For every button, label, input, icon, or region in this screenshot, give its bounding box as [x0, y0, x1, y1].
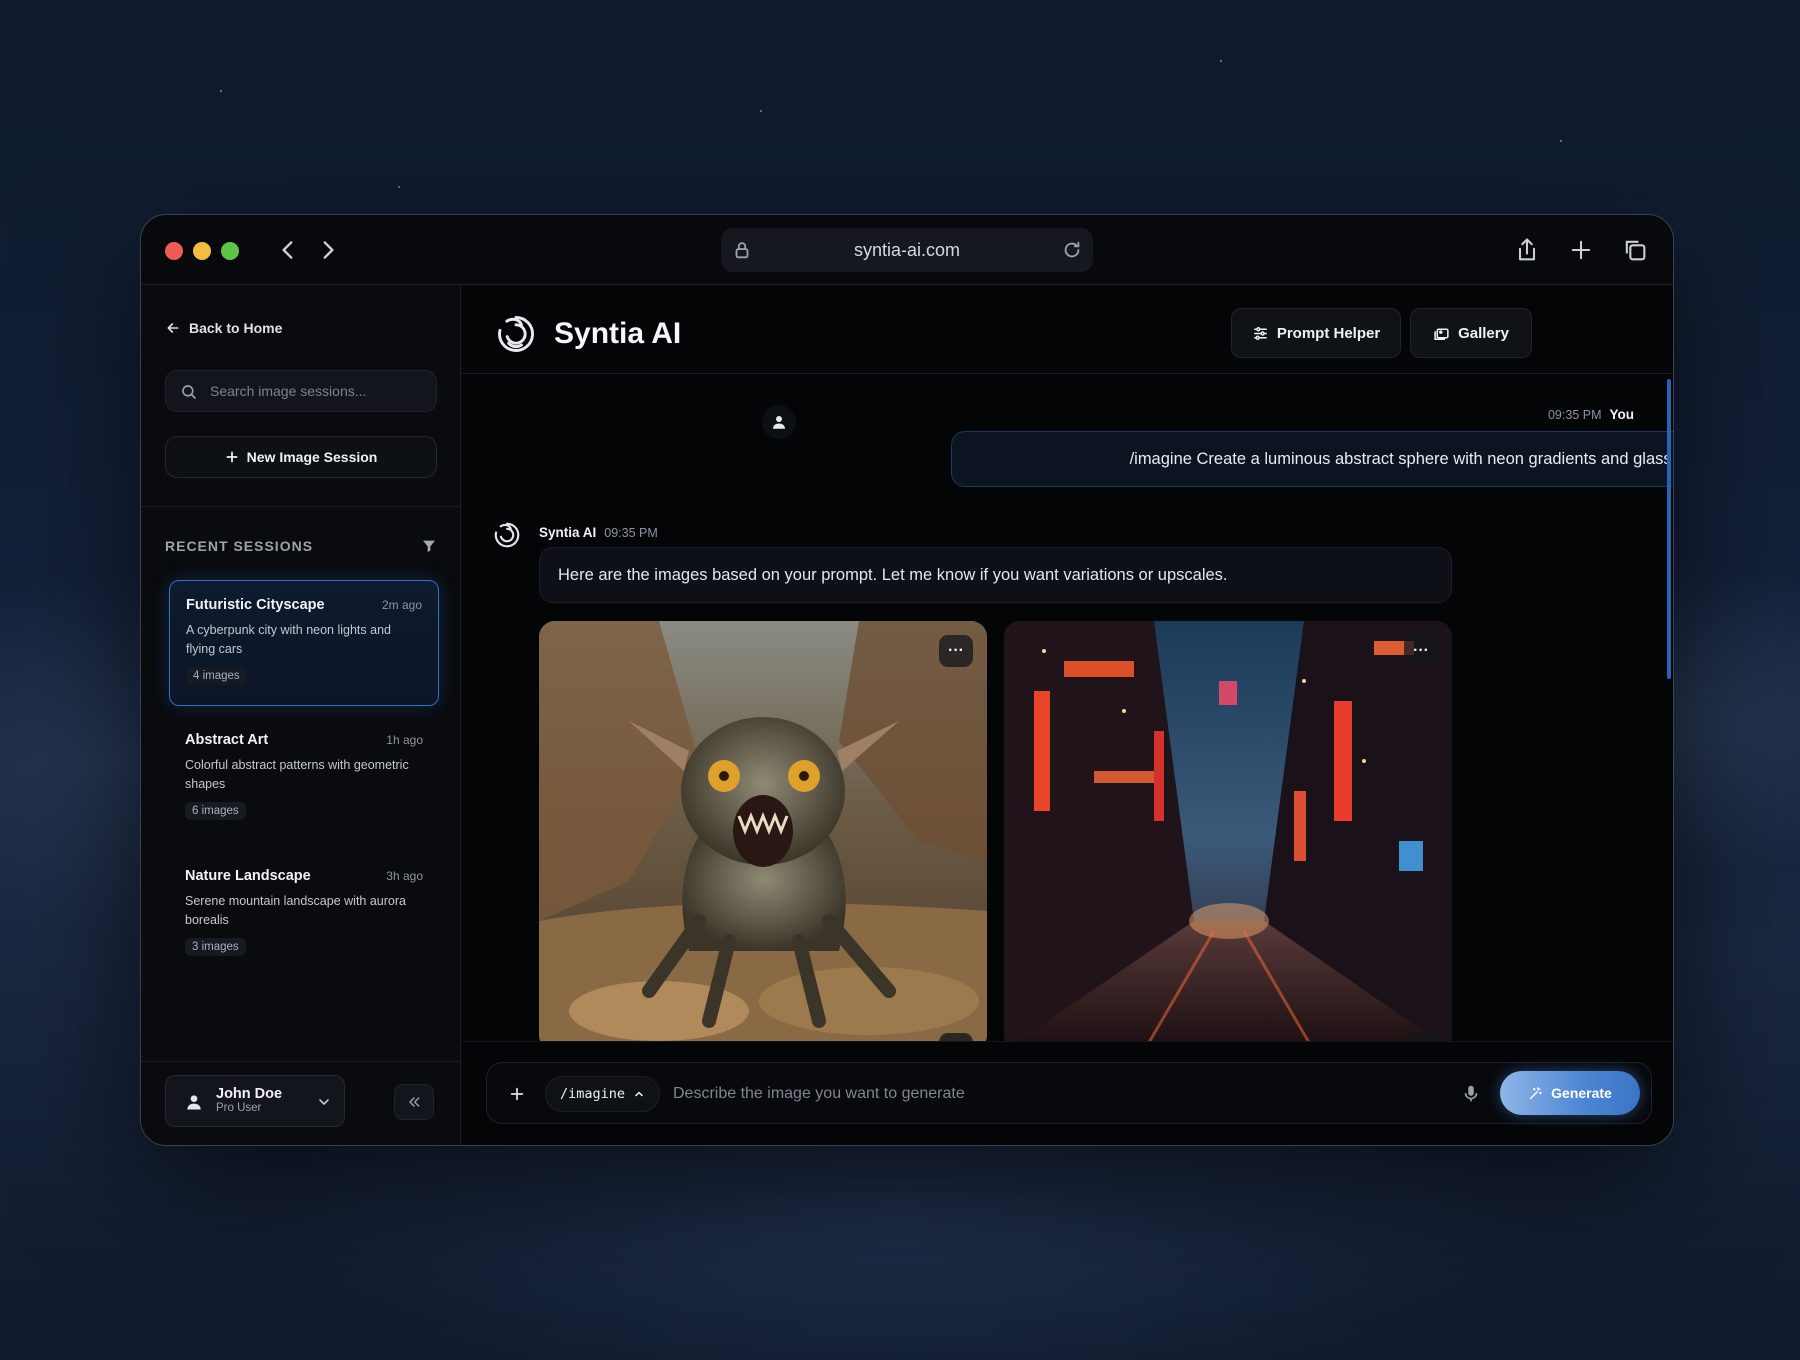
- session-description: A cyberpunk city with neon lights and fl…: [186, 623, 391, 656]
- session-name: Abstract Art: [185, 732, 269, 748]
- image-add-button[interactable]: +: [1404, 1033, 1438, 1041]
- back-to-home-link[interactable]: Back to Home: [165, 320, 282, 336]
- back-arrow-icon[interactable]: [275, 237, 301, 263]
- session-name: Futuristic Cityscape: [186, 597, 325, 613]
- prompt-input[interactable]: [673, 1079, 1473, 1109]
- browser-titlebar: syntia-ai.com: [141, 215, 1673, 285]
- generated-image-neon-street[interactable]: ··· +: [1004, 621, 1452, 1041]
- minimize-window-button[interactable]: [193, 242, 211, 260]
- url-text: syntia-ai.com: [853, 239, 961, 260]
- close-window-button[interactable]: [165, 242, 183, 260]
- brand: Syntia AI: [494, 312, 681, 356]
- session-search[interactable]: [165, 370, 437, 412]
- image-menu-button[interactable]: ···: [1404, 635, 1438, 667]
- microphone-icon[interactable]: [1460, 1082, 1482, 1106]
- double-chevron-left-icon: [409, 1097, 420, 1107]
- search-input[interactable]: [210, 383, 436, 399]
- session-time: 1h ago: [386, 733, 423, 747]
- user-icon: [187, 1095, 201, 1110]
- neon-street-image: [1004, 621, 1452, 1041]
- alien-creature-image: [539, 621, 987, 1041]
- recent-sessions-title: RECENT SESSIONS: [165, 538, 314, 554]
- session-time: 3h ago: [386, 869, 423, 883]
- prompt-helper-label: Prompt Helper: [1276, 324, 1381, 342]
- user-avatar: [762, 405, 796, 439]
- ai-message-author: Syntia AI: [539, 525, 597, 540]
- gallery-button[interactable]: Gallery: [1410, 308, 1532, 358]
- collapse-sidebar-button[interactable]: [394, 1084, 434, 1120]
- main-panel: Syntia AI Prompt Helper Gallery 09:35 PM…: [462, 286, 1673, 1145]
- generate-button[interactable]: Generate: [1500, 1071, 1640, 1115]
- gallery-label: Gallery: [1458, 324, 1509, 342]
- search-icon: [182, 385, 196, 399]
- filter-icon[interactable]: [421, 538, 437, 554]
- session-image-count: 4 images: [186, 667, 247, 685]
- magic-wand-icon: [1529, 1086, 1542, 1099]
- prompt-composer: /imagine Generate: [486, 1062, 1652, 1124]
- attach-button[interactable]: [499, 1076, 535, 1112]
- syntia-avatar-icon: [494, 522, 520, 548]
- sliders-icon: [1253, 326, 1267, 340]
- browser-window: syntia-ai.com Back to Home New Image Ses…: [140, 214, 1674, 1146]
- share-icon[interactable]: [1513, 236, 1541, 264]
- forward-arrow-icon[interactable]: [315, 237, 341, 263]
- user-message-text: /imagine Create a luminous abstract sphe…: [1129, 449, 1673, 468]
- brand-name: Syntia AI: [554, 317, 682, 350]
- address-bar[interactable]: syntia-ai.com: [721, 228, 1093, 272]
- session-item-futuristic-cityscape[interactable]: Futuristic Cityscape 2m ago A cyberpunk …: [169, 580, 439, 706]
- user-name: John Doe: [216, 1086, 283, 1102]
- session-description: Serene mountain landscape with aurora bo…: [185, 894, 406, 927]
- user-message-time: 09:35 PM: [1547, 408, 1602, 422]
- lock-icon: [735, 242, 749, 259]
- new-session-label: New Image Session: [246, 449, 378, 465]
- chevron-up-icon: [635, 1091, 643, 1097]
- maximize-window-button[interactable]: [221, 242, 239, 260]
- session-image-count: 3 images: [185, 938, 246, 956]
- user-icon: [773, 416, 785, 429]
- ai-message-bubble: Here are the images based on your prompt…: [539, 547, 1452, 603]
- plus-icon: [510, 1087, 524, 1101]
- user-role: Pro User: [216, 1102, 262, 1114]
- prompt-helper-button[interactable]: Prompt Helper: [1231, 308, 1401, 358]
- chat-thread: 09:35 PM You /imagine Create a luminous …: [462, 375, 1673, 1041]
- sidebar: Back to Home New Image Session RECENT SE…: [141, 286, 461, 1145]
- session-description: Colorful abstract patterns with geometri…: [185, 758, 409, 791]
- composer-divider: [462, 1041, 1673, 1042]
- session-time: 2m ago: [381, 598, 422, 612]
- new-tab-icon[interactable]: [1567, 236, 1595, 264]
- sidebar-divider: [141, 506, 461, 507]
- session-item-nature-landscape[interactable]: Nature Landscape 3h ago Serene mountain …: [169, 852, 439, 978]
- syntia-logo-icon: [498, 316, 535, 352]
- ai-message-text: Here are the images based on your prompt…: [558, 565, 1228, 584]
- chat-scrollbar[interactable]: [1667, 379, 1671, 679]
- image-menu-button[interactable]: ···: [939, 635, 973, 667]
- user-message-bubble: /imagine Create a luminous abstract sphe…: [951, 431, 1673, 487]
- image-add-button[interactable]: +: [939, 1033, 973, 1041]
- generated-image-alien[interactable]: ··· +: [539, 621, 987, 1041]
- recent-sessions-header: RECENT SESSIONS: [165, 538, 437, 554]
- reload-icon[interactable]: [1061, 239, 1083, 261]
- user-message-author: You: [1609, 407, 1635, 422]
- user-menu[interactable]: John Doe Pro User: [165, 1075, 345, 1127]
- command-label: /imagine: [560, 1086, 626, 1102]
- user-message-meta: 09:35 PM You: [1548, 407, 1634, 422]
- back-to-home-label: Back to Home: [189, 320, 283, 336]
- app-header: Syntia AI Prompt Helper Gallery: [462, 286, 1673, 374]
- command-selector[interactable]: /imagine: [545, 1076, 661, 1112]
- new-image-session-button[interactable]: New Image Session: [165, 436, 437, 478]
- tabs-overview-icon[interactable]: [1621, 236, 1649, 264]
- session-item-abstract-art[interactable]: Abstract Art 1h ago Colorful abstract pa…: [169, 716, 439, 842]
- generate-label: Generate: [1551, 1085, 1612, 1101]
- chevron-down-icon: [319, 1099, 329, 1105]
- gallery-icon: [1434, 327, 1449, 340]
- plus-icon: [226, 451, 238, 463]
- session-image-count: 6 images: [185, 802, 246, 820]
- sidebar-footer-divider: [141, 1061, 461, 1062]
- arrow-left-icon: [167, 323, 179, 333]
- ai-message-time: 09:35 PM: [604, 526, 658, 540]
- session-name: Nature Landscape: [185, 868, 311, 884]
- ai-message-meta: Syntia AI 09:35 PM: [539, 525, 658, 540]
